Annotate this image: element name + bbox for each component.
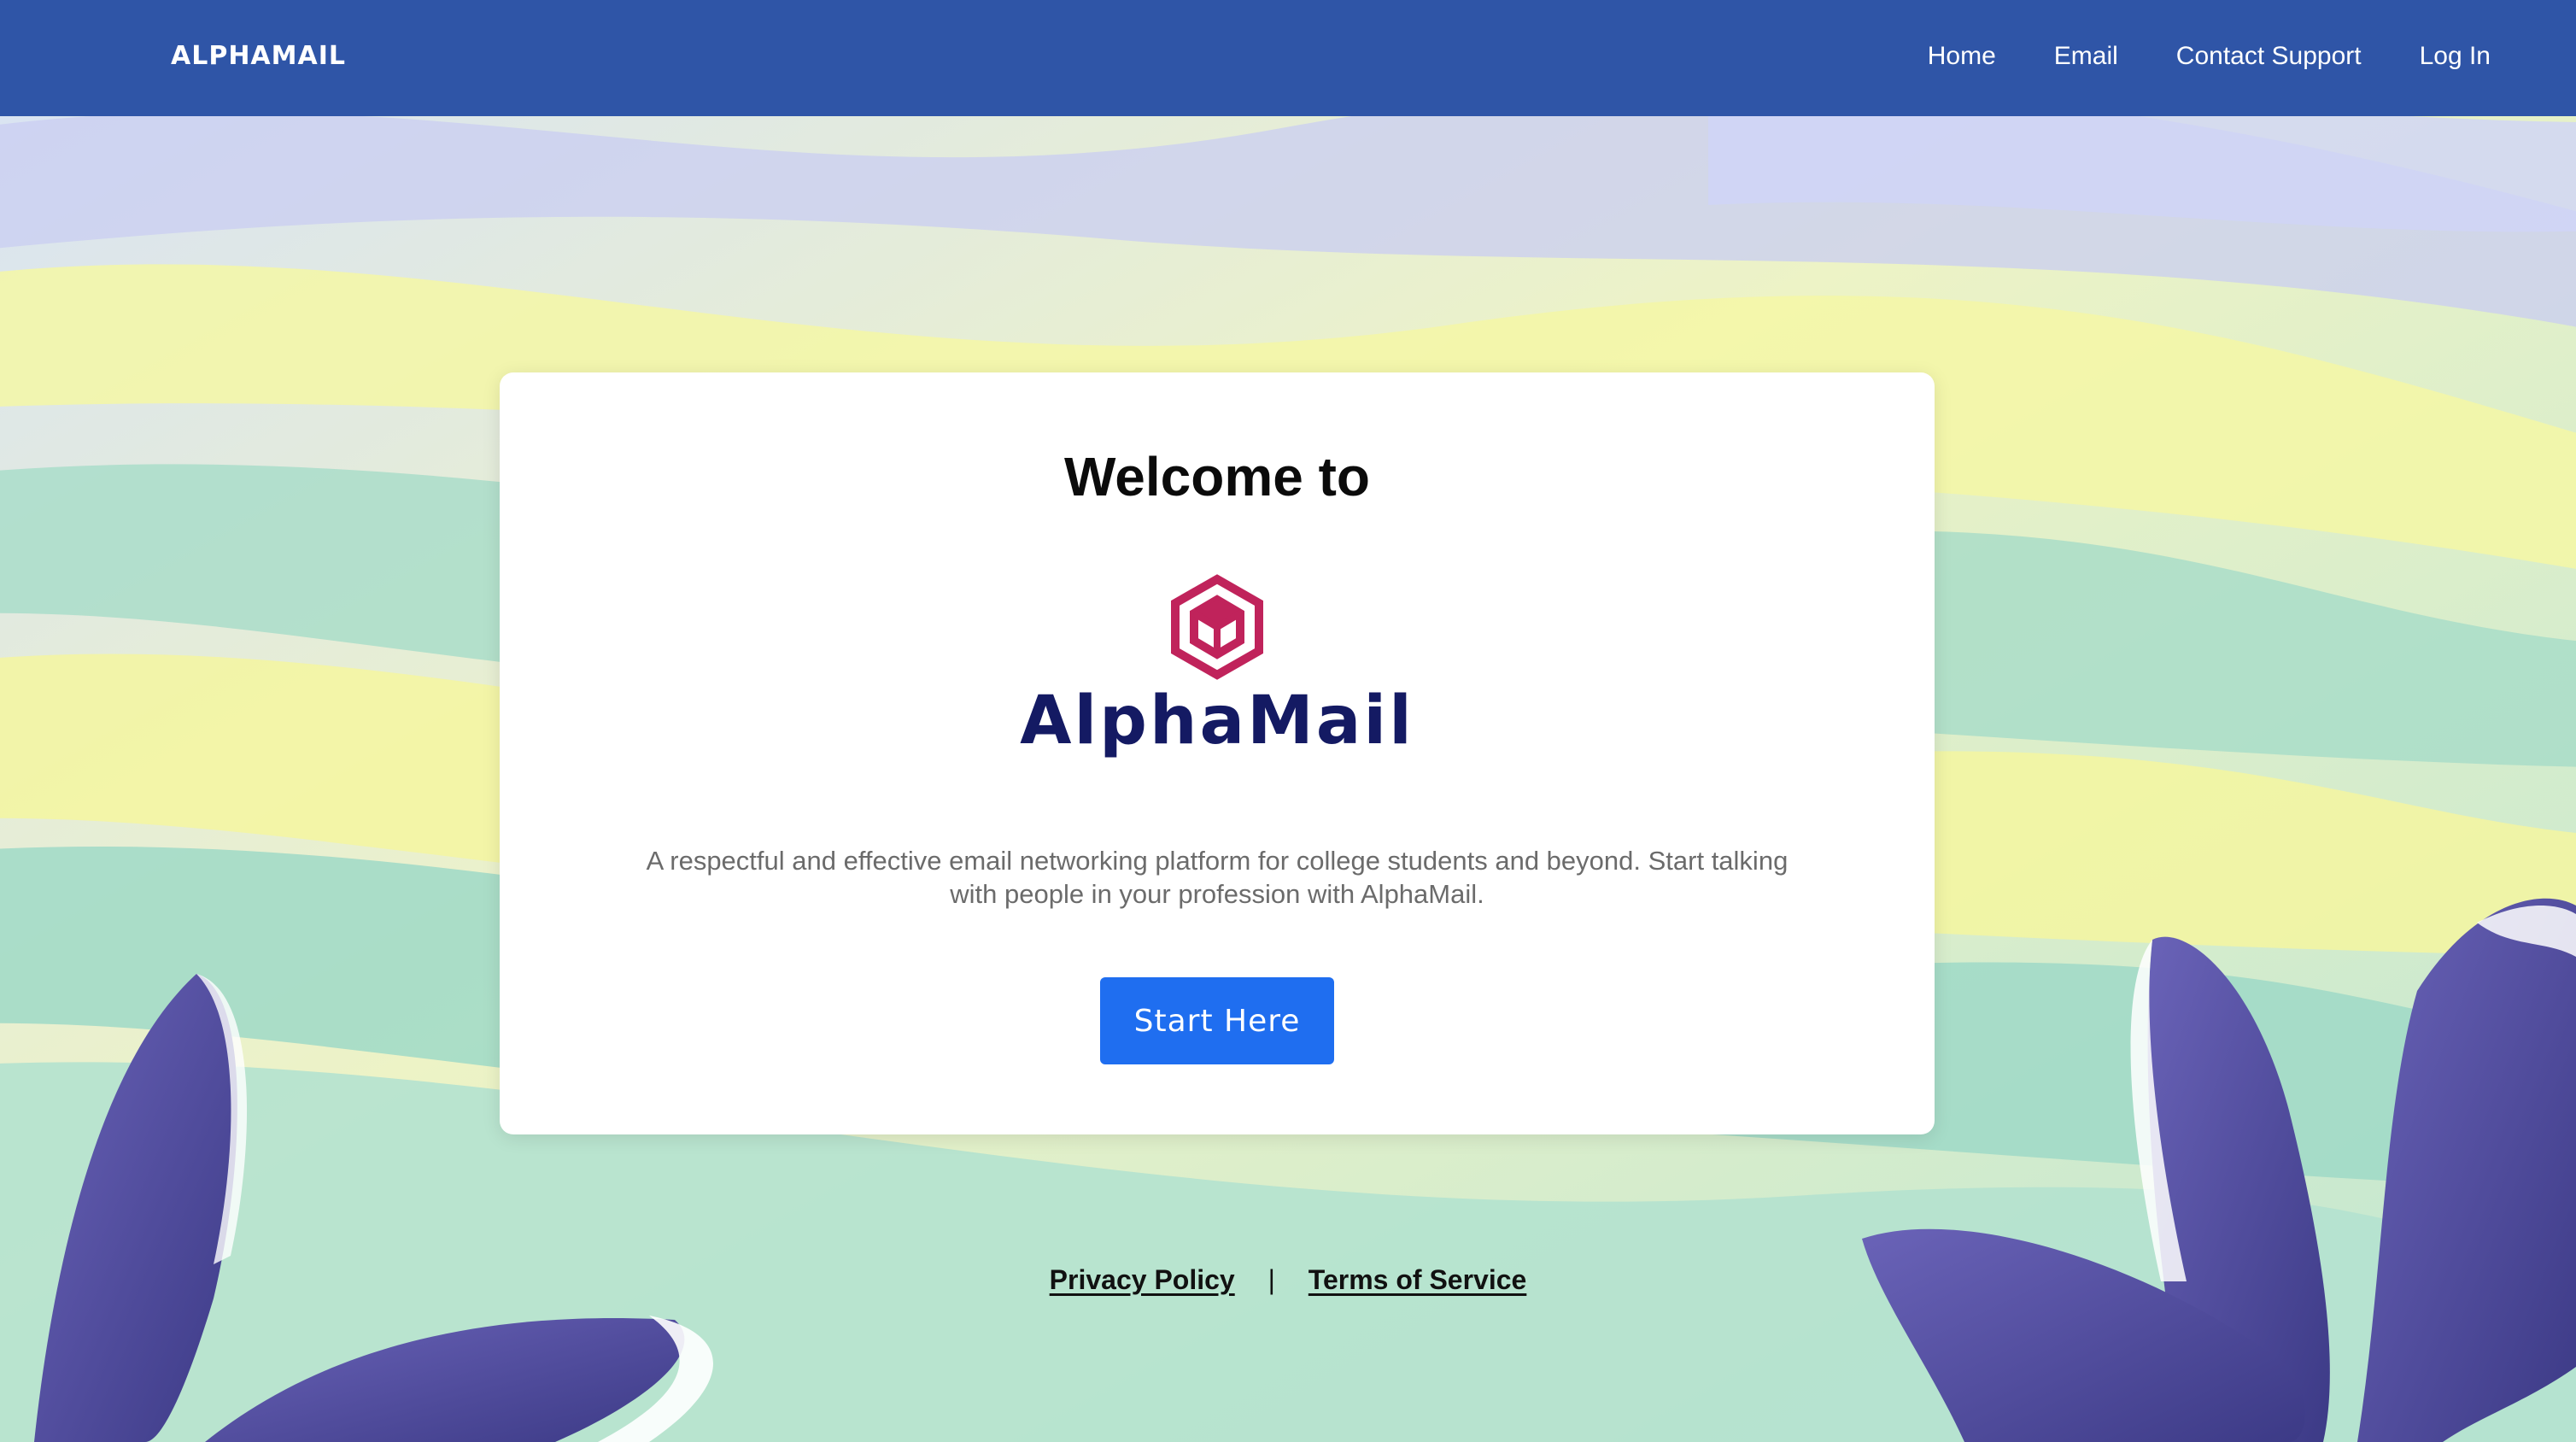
start-here-button[interactable]: Start Here	[1100, 977, 1334, 1064]
alphamail-logo-text: AlphaMail	[1020, 683, 1414, 759]
nav-email-link[interactable]: Email	[2054, 39, 2118, 73]
nav-home-link[interactable]: Home	[1928, 39, 1996, 73]
footer-separator: |	[1268, 1264, 1275, 1295]
footer-links: Privacy Policy | Terms of Service	[0, 1263, 2576, 1297]
nav-contact-support-link[interactable]: Contact Support	[2176, 39, 2362, 73]
privacy-policy-link[interactable]: Privacy Policy	[1050, 1264, 1235, 1295]
welcome-heading: Welcome to	[1064, 446, 1370, 507]
top-navbar: ALPHAMAIL Home Email Contact Support Log…	[0, 0, 2576, 116]
brand-logo-link[interactable]: ALPHAMAIL	[171, 39, 346, 73]
nav-login-link[interactable]: Log In	[2420, 39, 2491, 73]
welcome-card: Welcome to AlphaMail A respectful and ef…	[500, 372, 1935, 1134]
terms-of-service-link[interactable]: Terms of Service	[1308, 1264, 1527, 1295]
platform-description: A respectful and effective email network…	[646, 846, 1789, 909]
hexagon-cube-icon	[1171, 574, 1263, 680]
nav-links: Home Email Contact Support Log In	[1928, 39, 2491, 73]
